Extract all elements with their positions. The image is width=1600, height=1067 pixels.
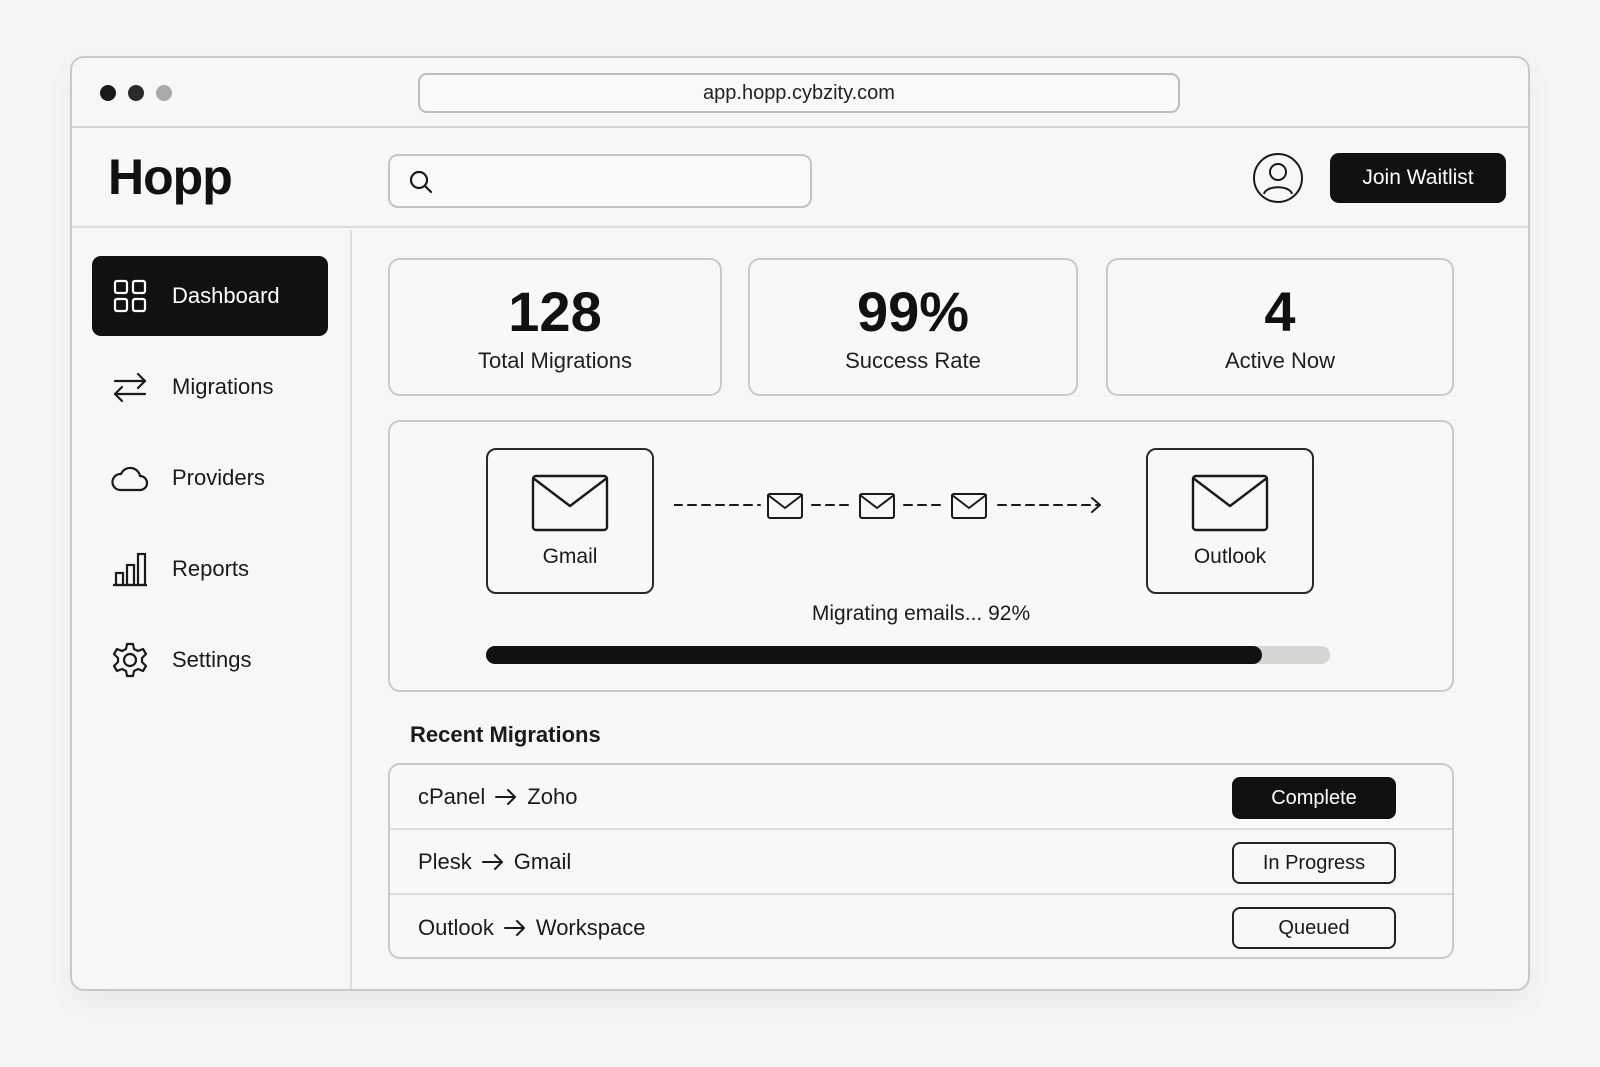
- migration-flow-panel: Gmail Outlook Migrating emails... 92%: [388, 420, 1454, 692]
- sidebar-item-providers[interactable]: Providers: [92, 438, 328, 518]
- destination-provider-name: Outlook: [1193, 545, 1267, 568]
- migration-route: Outlook Workspace: [418, 915, 645, 941]
- route-to: Workspace: [535, 914, 646, 940]
- stat-label: Active Now: [1224, 348, 1336, 373]
- status-badge: In Progress: [1232, 842, 1396, 884]
- browser-window: app.hopp.cybzity.com Hopp Join Waitlist: [70, 56, 1530, 991]
- close-window-dot[interactable]: [100, 85, 116, 101]
- migration-progress-bar: [486, 646, 1330, 664]
- envelope-icon: [951, 493, 987, 519]
- recent-migrations-title: Recent Migrations: [410, 722, 601, 747]
- gear-icon: [110, 640, 150, 680]
- route-from: cPanel: [418, 783, 486, 809]
- stat-value: 128: [508, 280, 602, 343]
- sidebar: Dashboard Migrations Providers Reports S…: [72, 230, 352, 989]
- recent-migrations-table: cPanel Zoho Complete Plesk Gmail In Prog…: [388, 763, 1454, 959]
- envelope-icon: [767, 493, 803, 519]
- brand-logo[interactable]: Hopp: [108, 148, 233, 206]
- browser-chrome: app.hopp.cybzity.com: [72, 58, 1528, 128]
- stat-label: Success Rate: [845, 348, 981, 373]
- app-header: Hopp Join Waitlist: [72, 128, 1528, 228]
- envelope-icon: [859, 493, 895, 519]
- sidebar-item-dashboard[interactable]: Dashboard: [92, 256, 328, 336]
- maximize-window-dot[interactable]: [156, 85, 172, 101]
- migration-route: Plesk Gmail: [418, 849, 571, 875]
- sidebar-item-label: Reports: [172, 556, 250, 581]
- stat-card-total-migrations: 128 Total Migrations: [388, 258, 722, 396]
- user-avatar-icon[interactable]: [1252, 152, 1304, 204]
- route-to: Zoho: [527, 783, 578, 809]
- address-bar[interactable]: app.hopp.cybzity.com: [418, 73, 1180, 113]
- stat-card-success-rate: 99% Success Rate: [748, 258, 1078, 396]
- minimize-window-dot[interactable]: [128, 85, 144, 101]
- route-from: Outlook: [418, 914, 494, 940]
- migration-progress-fill: [486, 646, 1263, 664]
- arrow-right-icon: [495, 788, 517, 805]
- grid-icon: [110, 276, 150, 316]
- status-badge: Complete: [1232, 777, 1396, 819]
- table-row[interactable]: cPanel Zoho Complete: [390, 765, 1452, 830]
- transfer-flow-graphic: [674, 493, 1101, 519]
- migration-status-text: Migrating emails... 92%: [811, 602, 1031, 625]
- stat-value: 99%: [856, 280, 970, 343]
- mail-icon: [1191, 474, 1269, 532]
- stat-label: Total Migrations: [477, 348, 633, 373]
- migration-route: cPanel Zoho: [418, 784, 577, 810]
- cloud-icon: [110, 458, 150, 498]
- swap-arrows-icon: [110, 367, 150, 407]
- bar-chart-icon: [110, 549, 150, 589]
- address-text: app.hopp.cybzity.com: [703, 81, 895, 104]
- stat-value: 4: [1264, 280, 1296, 343]
- arrow-right-icon: [481, 853, 504, 870]
- sidebar-item-reports[interactable]: Reports: [92, 529, 328, 609]
- table-row[interactable]: Outlook Workspace Queued: [390, 895, 1452, 957]
- sidebar-item-label: Providers: [172, 465, 265, 490]
- sidebar-item-settings[interactable]: Settings: [92, 620, 328, 700]
- search-input[interactable]: [388, 154, 812, 208]
- sidebar-item-migrations[interactable]: Migrations: [92, 347, 328, 427]
- search-icon: [409, 170, 433, 194]
- sidebar-item-label: Migrations: [172, 374, 274, 399]
- destination-provider-card[interactable]: Outlook: [1146, 448, 1314, 594]
- status-badge: Queued: [1232, 907, 1396, 949]
- table-row[interactable]: Plesk Gmail In Progress: [390, 830, 1452, 895]
- source-provider-name: Gmail: [542, 545, 598, 568]
- stat-card-active-now: 4 Active Now: [1106, 258, 1454, 396]
- arrow-right-icon: [503, 919, 526, 936]
- sidebar-item-label: Dashboard: [172, 283, 280, 308]
- sidebar-item-label: Settings: [172, 647, 252, 672]
- route-from: Plesk: [418, 848, 472, 874]
- route-to: Gmail: [513, 848, 572, 874]
- source-provider-card[interactable]: Gmail: [486, 448, 654, 594]
- join-waitlist-button[interactable]: Join Waitlist: [1330, 153, 1506, 203]
- mail-icon: [531, 474, 609, 532]
